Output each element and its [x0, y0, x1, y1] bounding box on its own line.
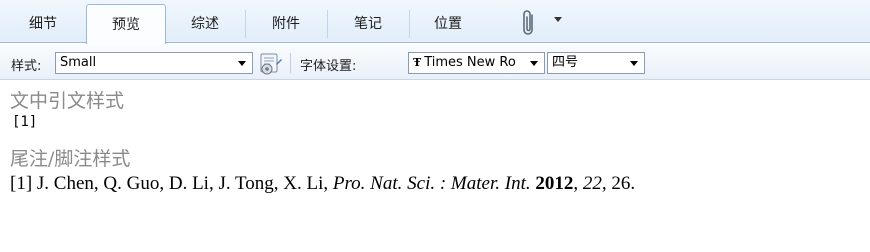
font-family-select[interactable]: Ŧ Times New Ro: [408, 52, 545, 74]
style-label: 样式:: [11, 59, 42, 74]
intext-style-heading: 文中引文样式: [10, 90, 125, 112]
tab-details[interactable]: 细节: [2, 6, 84, 43]
paperclip-icon[interactable]: [518, 9, 540, 37]
tab-notes[interactable]: 笔记: [328, 6, 408, 43]
tab-bar: 细节 预览 综述 附件 笔记 位置: [0, 0, 870, 44]
tab-preview[interactable]: 预览: [86, 4, 166, 44]
chevron-down-icon: [530, 61, 538, 66]
font-settings-label: 字体设置:: [300, 59, 357, 74]
tab-attachments[interactable]: 附件: [246, 6, 326, 43]
bib-pages: , 26.: [601, 173, 636, 194]
intext-citation: [1]: [12, 114, 38, 130]
tab-summary[interactable]: 综述: [166, 6, 244, 43]
bib-volume: 22: [582, 173, 602, 194]
bibliography-entry: [1] J. Chen, Q. Guo, D. Li, J. Tong, X. …: [10, 173, 635, 195]
bib-journal: Pro. Nat. Sci. : Mater. Int.: [332, 173, 531, 194]
font-size-select[interactable]: 四号: [547, 52, 645, 74]
chevron-down-icon: [630, 61, 638, 66]
style-editor-icon[interactable]: [257, 52, 283, 76]
font-family-value: Times New Ro: [424, 55, 516, 70]
bibliography-style-heading: 尾注/脚注样式: [10, 148, 131, 170]
style-select-value: Small: [60, 55, 97, 70]
toolbar-divider: [290, 53, 291, 73]
tab-location[interactable]: 位置: [410, 6, 486, 43]
style-select[interactable]: Small: [55, 52, 253, 74]
bib-year: 2012: [535, 173, 574, 194]
font-size-value: 四号: [552, 55, 579, 70]
chevron-down-icon: [238, 61, 246, 66]
truetype-icon: Ŧ: [413, 56, 422, 69]
chevron-down-icon[interactable]: [554, 17, 562, 22]
bib-comma: ,: [573, 173, 583, 194]
preview-toolbar: 样式: Small 字体设置: Ŧ Times New Ro 四号: [0, 44, 870, 80]
bib-authors: [1] J. Chen, Q. Guo, D. Li, J. Tong, X. …: [10, 173, 333, 194]
